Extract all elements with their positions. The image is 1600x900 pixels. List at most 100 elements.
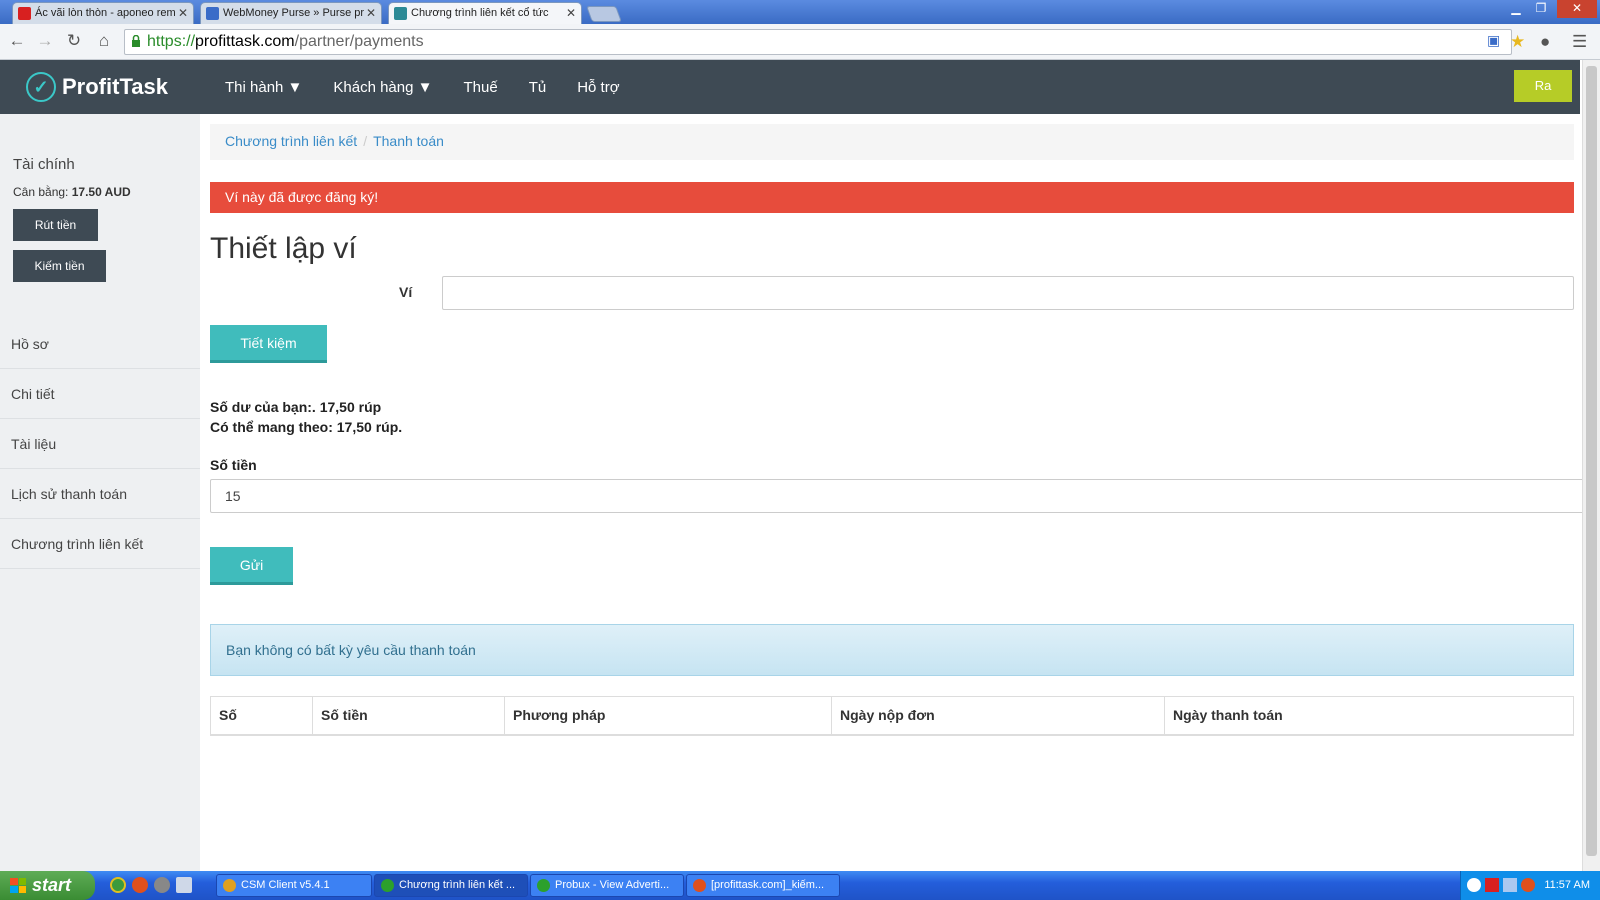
back-arrow-icon[interactable]: ← bbox=[6, 31, 28, 51]
column-header-amount: Số tiền bbox=[312, 696, 505, 736]
clock: 11:57 AM bbox=[1544, 879, 1590, 891]
minimize-window-icon[interactable]: ▁ bbox=[1505, 0, 1527, 18]
breadcrumb-item-affiliate[interactable]: Chương trình liên kết bbox=[225, 133, 357, 149]
nav-item-customers[interactable]: Khách hàng ▼ bbox=[333, 79, 432, 96]
nav-item-cabinet[interactable]: Tủ bbox=[529, 79, 547, 96]
network-quicklaunch-icon[interactable] bbox=[176, 877, 192, 893]
finance-heading: Tài chính bbox=[13, 156, 75, 173]
browser-tab-title: Chương trình liên kết cổ tức bbox=[411, 7, 549, 19]
system-tray: 11:57 AM bbox=[1460, 871, 1600, 900]
browser-tab-2[interactable]: WebMoney Purse » Purse pr ✕ bbox=[200, 2, 382, 24]
sidebar-item-payment-history[interactable]: Lịch sử thanh toán bbox=[0, 469, 200, 519]
browser-tab-1[interactable]: Ác vãi lòn thòn - aponeo rem ✕ bbox=[12, 2, 194, 24]
breadcrumb-item-payments[interactable]: Thanh toán bbox=[373, 133, 444, 149]
firefox-icon bbox=[693, 879, 706, 892]
site-logo[interactable]: ✓ ProfitTask bbox=[26, 72, 168, 102]
breadcrumb-separator: / bbox=[363, 133, 368, 149]
wallet-input[interactable] bbox=[442, 276, 1574, 310]
start-button[interactable]: start bbox=[0, 871, 95, 900]
forward-arrow-icon[interactable]: → bbox=[34, 31, 56, 51]
column-header-payment-date: Ngày thanh toán bbox=[1164, 696, 1574, 736]
address-bar[interactable]: https://profittask.com/partner/payments bbox=[124, 29, 1512, 55]
chrome-icon bbox=[537, 879, 550, 892]
sidebar-item-affiliate[interactable]: Chương trình liên kết bbox=[0, 519, 200, 569]
url-path: /partner/payments bbox=[294, 33, 424, 50]
available-balance-text: Có thể mang theo: 17,50 rúp. bbox=[210, 419, 403, 435]
balance-line: Cân bằng: 17.50 AUD bbox=[13, 185, 131, 199]
breadcrumb: Chương trình liên kết / Thanh toán bbox=[210, 124, 1574, 160]
main-content: Chương trình liên kết / Thanh toán Ví này … bbox=[210, 114, 1584, 871]
home-icon[interactable]: ⌂ bbox=[93, 31, 115, 51]
payments-table: Số Số tiền Phương pháp Ngày nộp đơn Ngày… bbox=[210, 696, 1574, 736]
new-tab-button[interactable] bbox=[586, 6, 622, 22]
bookmark-star-icon[interactable]: ★ bbox=[1510, 32, 1525, 52]
browser-toolbar: ← → ↻ ⌂ https://profittask.com/partner/p… bbox=[0, 24, 1600, 60]
url-host: profittask.com bbox=[195, 33, 295, 50]
webmoney-favicon-icon bbox=[206, 7, 219, 20]
sidebar-item-details[interactable]: Chi tiết bbox=[0, 369, 200, 419]
sidebar-item-profile[interactable]: Hồ sơ bbox=[0, 319, 200, 369]
chrome-quicklaunch-icon[interactable] bbox=[110, 877, 126, 893]
restore-window-icon[interactable]: ❐ bbox=[1530, 0, 1552, 18]
windows-taskbar: start CSM Client v5.4.1 Chương trình liê… bbox=[0, 871, 1600, 900]
sidebar: Tài chính Cân bằng: 17.50 AUD Rút tiền K… bbox=[0, 114, 200, 871]
column-header-submit-date: Ngày nộp đơn bbox=[831, 696, 1165, 736]
save-button[interactable]: Tiết kiệm bbox=[210, 325, 327, 363]
tray-expand-icon[interactable] bbox=[1467, 878, 1481, 892]
amount-input[interactable] bbox=[210, 479, 1584, 513]
amount-label: Số tiền bbox=[210, 457, 257, 473]
task-label: Probux - View Adverti... bbox=[555, 879, 670, 891]
check-circle-icon: ✓ bbox=[26, 72, 56, 102]
sidebar-menu: Hồ sơ Chi tiết Tài liệu Lịch sử thanh to… bbox=[0, 319, 200, 569]
balance-value: 17.50 AUD bbox=[71, 185, 131, 199]
nav-item-support[interactable]: Hỗ trợ bbox=[577, 79, 619, 96]
nav-item-tax[interactable]: Thuế bbox=[463, 79, 497, 96]
taskbar-item-chrome-affiliate[interactable]: Chương trình liên kết ... bbox=[374, 874, 528, 897]
app-quicklaunch-icon[interactable] bbox=[154, 877, 170, 893]
balance-info: Số dư của bạn:. 17,50 rúp Có thể mang th… bbox=[210, 397, 402, 437]
scrollbar-thumb[interactable] bbox=[1586, 66, 1597, 856]
task-label: Chương trình liên kết ... bbox=[399, 879, 516, 891]
logout-button[interactable]: Ra bbox=[1514, 70, 1572, 102]
column-header-method: Phương pháp bbox=[504, 696, 832, 736]
antivirus-tray-icon[interactable] bbox=[1485, 878, 1499, 892]
close-window-icon[interactable]: ✕ bbox=[1557, 0, 1597, 18]
your-balance-text: Số dư của bạn:. 17,50 rúp bbox=[210, 399, 382, 415]
taskbar-item-probux[interactable]: Probux - View Adverti... bbox=[530, 874, 684, 897]
start-label: start bbox=[32, 875, 72, 895]
page-scrollbar[interactable] bbox=[1582, 60, 1600, 871]
nav-item-execute[interactable]: Thi hành ▼ bbox=[225, 79, 302, 96]
logo-text: ProfitTask bbox=[62, 74, 168, 99]
browser-tab-3-active[interactable]: Chương trình liên kết cổ tức ✕ bbox=[388, 2, 582, 24]
earn-money-button[interactable]: Kiếm tiền bbox=[13, 250, 106, 282]
lock-icon bbox=[132, 35, 140, 47]
sidebar-item-documents[interactable]: Tài liệu bbox=[0, 419, 200, 469]
site-header: ✓ ProfitTask Thi hành ▼ Khách hàng ▼ Thu… bbox=[0, 60, 1580, 114]
firefox-quicklaunch-icon[interactable] bbox=[132, 877, 148, 893]
close-tab-icon[interactable]: ✕ bbox=[366, 6, 376, 20]
taskbar-item-firefox-profittask[interactable]: [profittask.com]_kiếm... bbox=[686, 874, 840, 897]
windows-logo-icon bbox=[10, 878, 26, 893]
main-nav: Thi hành ▼ Khách hàng ▼ Thuế Tủ Hỗ trợ bbox=[225, 60, 651, 114]
task-label: CSM Client v5.4.1 bbox=[241, 879, 330, 891]
close-tab-icon[interactable]: ✕ bbox=[178, 6, 188, 20]
browser-tab-title: WebMoney Purse » Purse pr bbox=[223, 7, 365, 19]
balance-label: Cân bằng: bbox=[13, 185, 69, 199]
app-tray-icon[interactable] bbox=[1521, 878, 1535, 892]
task-label: [profittask.com]_kiếm... bbox=[711, 879, 825, 891]
network-tray-icon[interactable] bbox=[1503, 878, 1517, 892]
error-alert: Ví này đã được đăng ký! bbox=[210, 182, 1574, 213]
browser-tab-strip: Ác vãi lòn thòn - aponeo rem ✕ WebMoney … bbox=[0, 0, 1600, 24]
extension-icon[interactable]: ● bbox=[1540, 32, 1550, 52]
reload-icon[interactable]: ↻ bbox=[63, 31, 85, 51]
withdraw-button[interactable]: Rút tiền bbox=[13, 209, 98, 241]
chrome-menu-icon[interactable]: ☰ bbox=[1572, 32, 1587, 52]
close-tab-icon[interactable]: ✕ bbox=[566, 6, 576, 20]
taskbar-item-csm-client[interactable]: CSM Client v5.4.1 bbox=[216, 874, 372, 897]
csm-client-icon bbox=[223, 879, 236, 892]
column-header-number: Số bbox=[210, 696, 313, 736]
profittask-favicon-icon bbox=[394, 7, 407, 20]
youtube-favicon-icon bbox=[18, 7, 31, 20]
translate-icon[interactable]: ▣ bbox=[1487, 32, 1500, 49]
send-button[interactable]: Gửi bbox=[210, 547, 293, 585]
